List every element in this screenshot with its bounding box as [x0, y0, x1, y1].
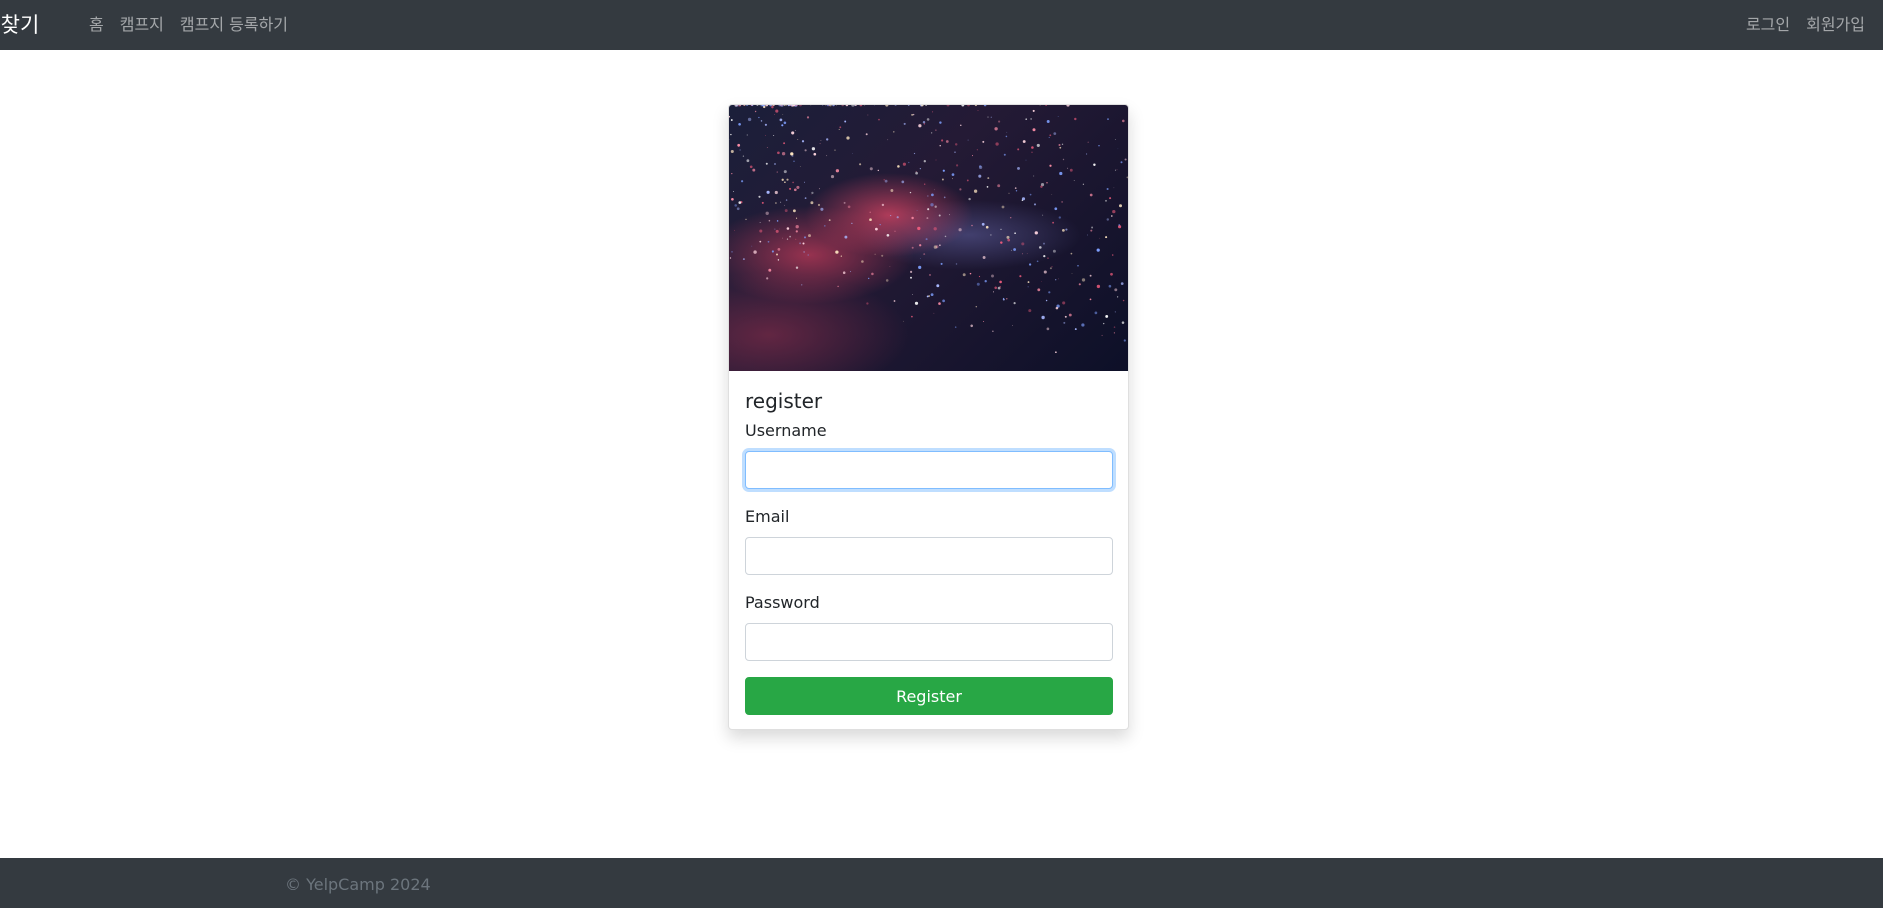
email-label: Email	[745, 507, 790, 526]
password-label: Password	[745, 593, 820, 612]
nav-link-new-campground[interactable]: 캠프지 등록하기	[180, 11, 288, 35]
password-input[interactable]	[745, 623, 1113, 661]
nav-link-register[interactable]: 회원가입	[1806, 11, 1865, 35]
nav-links-left: 홈 캠프지 캠프지 등록하기	[89, 0, 288, 46]
register-button[interactable]: Register	[745, 677, 1113, 715]
footer-copyright: © YelpCamp 2024	[285, 875, 431, 894]
starfield-image	[729, 105, 1128, 354]
email-input[interactable]	[745, 537, 1113, 575]
top-navbar: 캠프찾기 홈 캠프지 캠프지 등록하기 로그인 회원가입	[0, 0, 1883, 50]
register-card: register Username Email Register Passwor…	[728, 104, 1129, 730]
navbar-brand[interactable]: 캠프찾기	[0, 9, 39, 39]
nav-links-right: 로그인 회원가입	[1746, 0, 1865, 46]
username-input[interactable]	[745, 451, 1113, 489]
page-footer: © YelpCamp 2024	[0, 858, 1883, 908]
nav-link-login[interactable]: 로그인	[1746, 11, 1790, 35]
username-label: Username	[745, 421, 827, 440]
card-title: register	[745, 389, 823, 413]
nav-link-home[interactable]: 홈	[89, 11, 104, 35]
card-image	[729, 105, 1128, 371]
nav-link-campgrounds[interactable]: 캠프지	[120, 11, 164, 35]
